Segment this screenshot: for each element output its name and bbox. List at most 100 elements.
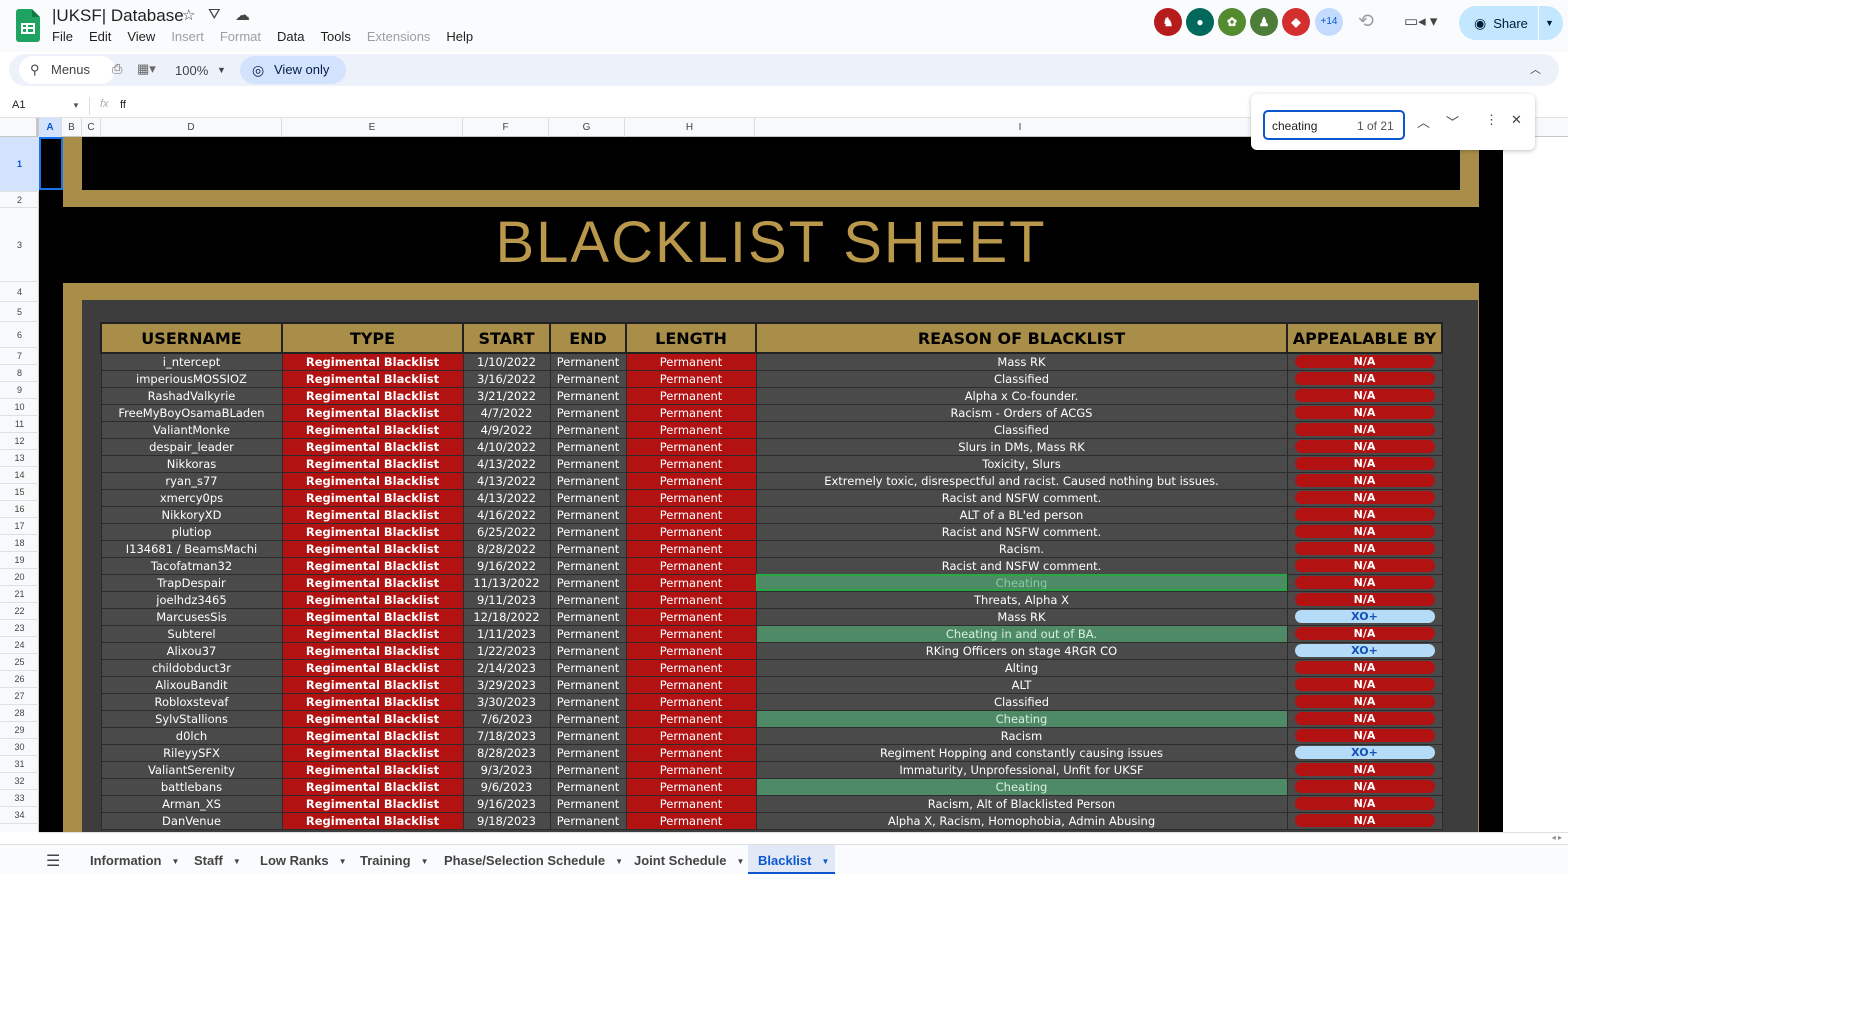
collaborator-avatar[interactable]: ✿ (1218, 8, 1246, 36)
sheet-tab-training[interactable]: Training ▼ (350, 845, 431, 874)
start-date-cell[interactable]: 1/22/2023 (462, 641, 551, 660)
table-row[interactable]: NikkoryXD Regimental Blacklist 4/16/2022 Pe… (100, 505, 1443, 524)
start-date-cell[interactable]: 8/28/2023 (462, 743, 551, 762)
start-date-cell[interactable]: 9/11/2023 (462, 590, 551, 609)
start-date-cell[interactable]: 3/29/2023 (462, 675, 551, 694)
table-row[interactable]: ryan_s77 Regimental Blacklist 4/13/2022 Per… (100, 471, 1443, 490)
type-cell[interactable]: Regimental Blacklist (281, 369, 464, 388)
table-row[interactable]: Alixou37 Regimental Blacklist 1/22/2023 Per… (100, 641, 1443, 660)
appeal-cell[interactable]: N/A (1286, 539, 1443, 558)
type-cell[interactable]: Regimental Blacklist (281, 590, 464, 609)
table-row[interactable]: Nikkoras Regimental Blacklist 4/13/2022 Per… (100, 454, 1443, 473)
start-date-cell[interactable]: 4/16/2022 (462, 505, 551, 524)
start-date-cell[interactable]: 12/18/2022 (462, 607, 551, 626)
username-cell[interactable]: Alixou37 (100, 641, 283, 660)
row-header-7[interactable]: 7 (0, 348, 39, 365)
username-cell[interactable]: NikkoryXD (100, 505, 283, 524)
type-cell[interactable]: Regimental Blacklist (281, 692, 464, 711)
start-date-cell[interactable]: 3/16/2022 (462, 369, 551, 388)
tab-menu-icon[interactable]: ▼ (736, 857, 744, 866)
table-row[interactable]: SylvStallions Regimental Blacklist 7/6/202… (100, 709, 1443, 728)
end-cell[interactable]: Permanent (549, 607, 627, 626)
username-cell[interactable]: Arman_XS (100, 794, 283, 813)
row-header-21[interactable]: 21 (0, 586, 39, 603)
length-cell[interactable]: Permanent (625, 352, 757, 371)
reason-cell[interactable]: Regiment Hopping and constantly causing … (755, 743, 1288, 762)
column-header-e[interactable]: E (282, 118, 463, 137)
length-cell[interactable]: Permanent (625, 607, 757, 626)
row-header-18[interactable]: 18 (0, 535, 39, 552)
find-input[interactable]: cheating 1 of 21 (1263, 110, 1405, 140)
start-date-cell[interactable]: 9/3/2023 (462, 760, 551, 779)
type-cell[interactable]: Regimental Blacklist (281, 743, 464, 762)
more-collaborators-badge[interactable]: +14 (1315, 8, 1343, 36)
type-cell[interactable]: Regimental Blacklist (281, 573, 464, 592)
star-icon[interactable]: ☆ (182, 6, 195, 24)
row-header-12[interactable]: 12 (0, 433, 39, 450)
end-cell[interactable]: Permanent (549, 488, 627, 507)
reason-cell[interactable]: ALT of a BL'ed person (755, 505, 1288, 524)
reason-cell[interactable]: RKing Officers on stage 4RGR CO (755, 641, 1288, 660)
end-cell[interactable]: Permanent (549, 437, 627, 456)
type-cell[interactable]: Regimental Blacklist (281, 658, 464, 677)
history-icon[interactable]: ⟲ (1358, 10, 1374, 33)
start-date-cell[interactable]: 4/13/2022 (462, 454, 551, 473)
type-cell[interactable]: Regimental Blacklist (281, 607, 464, 626)
type-cell[interactable]: Regimental Blacklist (281, 505, 464, 524)
table-row[interactable]: TrapDespair Regimental Blacklist 11/13/202… (100, 573, 1443, 592)
username-cell[interactable]: ryan_s77 (100, 471, 283, 490)
length-cell[interactable]: Permanent (625, 539, 757, 558)
move-icon[interactable]: ⛛ (208, 6, 221, 23)
username-cell[interactable]: AlixouBandit (100, 675, 283, 694)
end-cell[interactable]: Permanent (549, 539, 627, 558)
table-row[interactable]: FreeMyBoyOsamaBLaden Regimental Blacklist… (100, 403, 1443, 422)
row-header-8[interactable]: 8 (0, 365, 39, 382)
reason-cell[interactable]: Classified (755, 369, 1288, 388)
length-cell[interactable]: Permanent (625, 488, 757, 507)
username-cell[interactable]: d0lch (100, 726, 283, 745)
start-date-cell[interactable]: 4/9/2022 (462, 420, 551, 439)
tab-menu-icon[interactable]: ▼ (172, 857, 180, 866)
menus-search-button[interactable]: ⚲ Menus (19, 56, 115, 84)
end-cell[interactable]: Permanent (549, 369, 627, 388)
appeal-cell[interactable]: XO+ (1286, 607, 1443, 626)
length-cell[interactable]: Permanent (625, 777, 757, 796)
end-cell[interactable]: Permanent (549, 675, 627, 694)
username-cell[interactable]: despair_leader (100, 437, 283, 456)
length-cell[interactable]: Permanent (625, 386, 757, 405)
row-header-24[interactable]: 24 (0, 637, 39, 654)
reason-cell[interactable]: Cheating (755, 573, 1288, 592)
menu-tools[interactable]: Tools (320, 29, 350, 44)
appeal-cell[interactable]: N/A (1286, 505, 1443, 524)
reason-cell[interactable]: Classified (755, 692, 1288, 711)
length-cell[interactable]: Permanent (625, 471, 757, 490)
format-icon[interactable]: ▦▾ (137, 61, 156, 77)
start-date-cell[interactable]: 7/6/2023 (462, 709, 551, 728)
appeal-cell[interactable]: XO+ (1286, 743, 1443, 762)
print-icon[interactable]: ⎙ (112, 61, 122, 77)
chevron-down-icon[interactable]: ﹀ (1446, 112, 1459, 131)
document-title[interactable]: |UKSF| Database (52, 6, 184, 26)
sheets-logo-icon[interactable] (16, 9, 40, 42)
type-cell[interactable]: Regimental Blacklist (281, 556, 464, 575)
appeal-cell[interactable]: N/A (1286, 352, 1443, 371)
reason-cell[interactable]: Racist and NSFW comment. (755, 556, 1288, 575)
appeal-cell[interactable]: N/A (1286, 437, 1443, 456)
username-cell[interactable]: plutiop (100, 522, 283, 541)
menu-insert[interactable]: Insert (171, 29, 204, 44)
length-cell[interactable]: Permanent (625, 675, 757, 694)
appeal-cell[interactable]: N/A (1286, 488, 1443, 507)
zoom-select[interactable]: 100% (175, 63, 208, 78)
table-row[interactable]: despair_leader Regimental Blacklist 4/10/2… (100, 437, 1443, 456)
table-row[interactable]: AlixouBandit Regimental Blacklist 3/29/202… (100, 675, 1443, 694)
start-date-cell[interactable]: 3/30/2023 (462, 692, 551, 711)
tab-menu-icon[interactable]: ▼ (421, 857, 429, 866)
chevron-up-icon[interactable]: ︿ (1530, 61, 1541, 77)
length-cell[interactable]: Permanent (625, 556, 757, 575)
reason-cell[interactable]: ALT (755, 675, 1288, 694)
start-date-cell[interactable]: 9/18/2023 (462, 811, 551, 830)
username-cell[interactable]: childobduct3r (100, 658, 283, 677)
username-cell[interactable]: ValiantSerenity (100, 760, 283, 779)
end-cell[interactable]: Permanent (549, 454, 627, 473)
length-cell[interactable]: Permanent (625, 760, 757, 779)
